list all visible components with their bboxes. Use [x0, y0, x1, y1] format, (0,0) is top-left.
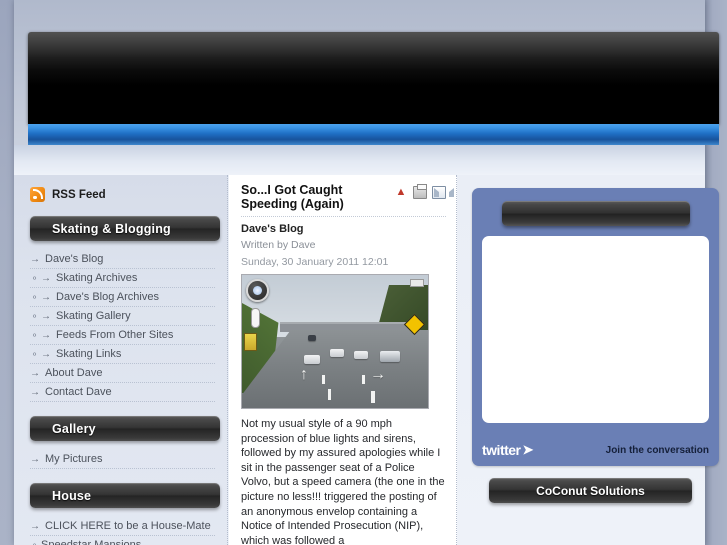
arrow-right-icon: → [41, 291, 51, 303]
arrow-right-icon: → [30, 520, 40, 532]
arrow-right-icon: → [30, 453, 40, 465]
sidebar-item-skating-archives[interactable]: ⚬ → Skating Archives [30, 269, 215, 288]
right-column: twitter ➤ Join the conversation CoConut … [458, 175, 719, 545]
sidebar-item-daves-blog-archives[interactable]: ⚬ → Dave's Blog Archives [30, 288, 215, 307]
photo-lane-mark [371, 391, 375, 403]
rss-feed-label: RSS Feed [52, 188, 106, 201]
sidebar-item-speedstar-mansions[interactable]: ⚬ Speedstar Mansions [30, 536, 215, 545]
sidebar-item-label: Skating Links [56, 348, 122, 360]
sidebar-item-feeds-from-other-sites[interactable]: ⚬ → Feeds From Other Sites [30, 326, 215, 345]
coconut-solutions-button[interactable]: CoConut Solutions [489, 478, 692, 503]
sidebar-item-label: Dave's Blog Archives [56, 291, 159, 303]
sidebar-item-label: CLICK HERE to be a House-Mate [45, 520, 211, 532]
article-category: Dave's Blog [241, 223, 304, 235]
coconut-solutions-label: CoConut Solutions [536, 483, 645, 498]
sidebar-item-label: Skating Archives [56, 272, 138, 284]
site-banner [28, 32, 719, 145]
sidebar-menu-house: → CLICK HERE to be a House-Mate ⚬ Speeds… [30, 517, 215, 545]
circle-bullet-icon: ⚬ [30, 348, 39, 359]
sidebar-item-contact-dave[interactable]: → Contact Dave [30, 383, 215, 402]
twitter-widget: twitter ➤ Join the conversation [472, 188, 719, 466]
circle-bullet-icon: ⚬ [30, 272, 39, 283]
article-date: Sunday, 30 January 2011 12:01 [241, 256, 389, 268]
circle-bullet-icon: ⚬ [30, 310, 39, 321]
pdf-icon[interactable]: ▲ [394, 186, 408, 199]
print-icon[interactable] [413, 184, 427, 199]
sidebar-item-click-here-house-mate[interactable]: → CLICK HERE to be a House-Mate [30, 517, 215, 536]
sidebar-item-label: My Pictures [45, 453, 103, 465]
twitter-logo[interactable]: twitter ➤ [482, 442, 533, 458]
article-author: Written by Dave [241, 239, 316, 251]
photo-roadside-sign [244, 333, 257, 351]
streetview-compass-icon[interactable] [246, 279, 269, 302]
circle-bullet-icon: ⚬ [30, 539, 39, 545]
twitter-logo-text: twitter [482, 442, 521, 458]
sidebar-item-skating-gallery[interactable]: ⚬ → Skating Gallery [30, 307, 215, 326]
sidebar-item-my-pictures[interactable]: → My Pictures [30, 450, 215, 469]
arrow-right-icon: → [41, 329, 51, 341]
streetview-thumbnail-icon[interactable] [410, 279, 424, 287]
photo-car [354, 351, 368, 359]
photo-car [308, 335, 316, 341]
rss-icon [30, 187, 45, 202]
sidebar-section-title: Skating & Blogging [52, 221, 171, 236]
sidebar-section-house[interactable]: House [30, 483, 220, 508]
page-title: So...I Got Caught Speeding (Again) [241, 183, 344, 211]
arrow-right-icon: → [41, 310, 51, 322]
arrow-right-icon: → [30, 253, 40, 265]
sidebar-menu-gallery: → My Pictures [30, 450, 215, 469]
twitter-widget-header-button[interactable] [501, 201, 690, 226]
banner-fade [14, 145, 705, 175]
sidebar-section-title: Gallery [52, 421, 96, 436]
sidebar-item-skating-links[interactable]: ⚬ → Skating Links [30, 345, 215, 364]
article-action-icons: ▲ [394, 183, 454, 199]
sidebar-section-skating-blogging[interactable]: Skating & Blogging [30, 216, 220, 241]
photo-car [380, 351, 400, 362]
circle-bullet-icon: ⚬ [30, 329, 39, 340]
sidebar-item-about-dave[interactable]: → About Dave [30, 364, 215, 383]
banner-blue-stripe [28, 124, 719, 145]
left-sidebar: RSS Feed Skating & Blogging → Dave's Blo… [14, 175, 228, 545]
arrow-right-icon: → [30, 367, 40, 379]
content-body: RSS Feed Skating & Blogging → Dave's Blo… [14, 175, 719, 545]
arrow-right-icon: → [41, 272, 51, 284]
sidebar-menu-skating-blogging: → Dave's Blog ⚬ → Skating Archives ⚬ → D… [30, 250, 215, 402]
twitter-tagline: Join the conversation [605, 444, 709, 456]
sidebar-item-label: Skating Gallery [56, 310, 131, 322]
sidebar-item-label: Contact Dave [45, 386, 112, 398]
sidebar-item-label: About Dave [45, 367, 103, 379]
email-icon[interactable] [432, 186, 454, 199]
photo-road-arrow-up: ↑ [300, 366, 308, 383]
streetview-zoom-control[interactable] [251, 308, 260, 328]
photo-car [304, 355, 320, 364]
photo-lane-mark [328, 389, 331, 400]
sidebar-section-title: House [52, 488, 92, 503]
article-column: So...I Got Caught Speeding (Again) ▲ Dav… [229, 175, 457, 545]
circle-bullet-icon: ⚬ [30, 291, 39, 302]
sidebar-item-label: Speedstar Mansions [41, 539, 142, 545]
photo-car [330, 349, 344, 357]
street-view-motorway-photo: ↑ → [241, 274, 429, 409]
sidebar-section-gallery[interactable]: Gallery [30, 416, 220, 441]
photo-lane-mark [322, 375, 325, 384]
arrow-right-icon: → [30, 386, 40, 398]
banner-image [28, 32, 719, 124]
sidebar-item-label: Dave's Blog [45, 253, 104, 265]
twitter-feed-panel[interactable] [482, 236, 709, 423]
rss-feed-link[interactable]: RSS Feed [26, 175, 215, 202]
sidebar-item-daves-blog[interactable]: → Dave's Blog [30, 250, 215, 269]
sidebar-item-label: Feeds From Other Sites [56, 329, 174, 341]
photo-lane-mark [362, 375, 365, 384]
article-header: So...I Got Caught Speeding (Again) ▲ [241, 183, 454, 217]
arrow-right-icon: → [41, 348, 51, 360]
twitter-widget-footer: twitter ➤ Join the conversation [482, 442, 709, 458]
banner-gloss [28, 32, 719, 58]
photo-road-arrow-right: → [370, 366, 386, 383]
twitter-bird-icon: ➤ [522, 442, 534, 457]
article-body-text: Not my usual style of a 90 mph processio… [241, 418, 445, 545]
